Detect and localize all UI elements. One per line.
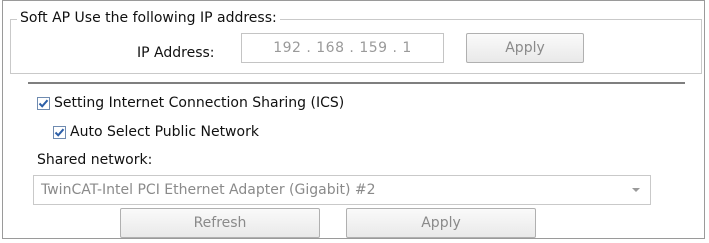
shared-network-value: TwinCAT-Intel PCI Ethernet Adapter (Giga… bbox=[41, 182, 376, 198]
ip-address-label: IP Address: bbox=[137, 45, 215, 61]
apply-ip-button[interactable]: Apply bbox=[466, 33, 584, 63]
apply-ics-button[interactable]: Apply bbox=[346, 208, 536, 238]
auto-select-label: Auto Select Public Network bbox=[70, 124, 259, 140]
setting-ics-checkbox-row[interactable]: Setting Internet Connection Sharing (ICS… bbox=[37, 95, 344, 111]
chevron-down-icon[interactable] bbox=[632, 188, 640, 192]
separator bbox=[28, 82, 685, 84]
shared-network-label: Shared network: bbox=[37, 152, 153, 168]
auto-select-checkbox-row[interactable]: Auto Select Public Network bbox=[53, 124, 259, 140]
soft-ap-group-title: Soft AP Use the following IP address: bbox=[17, 10, 280, 26]
auto-select-checkbox[interactable] bbox=[53, 125, 66, 139]
ip-address-field[interactable]: 192 . 168 . 159 . 1 bbox=[241, 33, 444, 63]
setting-ics-label: Setting Internet Connection Sharing (ICS… bbox=[54, 95, 345, 111]
setting-ics-checkbox[interactable] bbox=[37, 96, 50, 110]
checkmark-icon bbox=[38, 99, 49, 108]
refresh-button[interactable]: Refresh bbox=[120, 208, 320, 238]
checkmark-icon bbox=[54, 128, 65, 137]
shared-network-dropdown[interactable]: TwinCAT-Intel PCI Ethernet Adapter (Giga… bbox=[33, 175, 651, 205]
